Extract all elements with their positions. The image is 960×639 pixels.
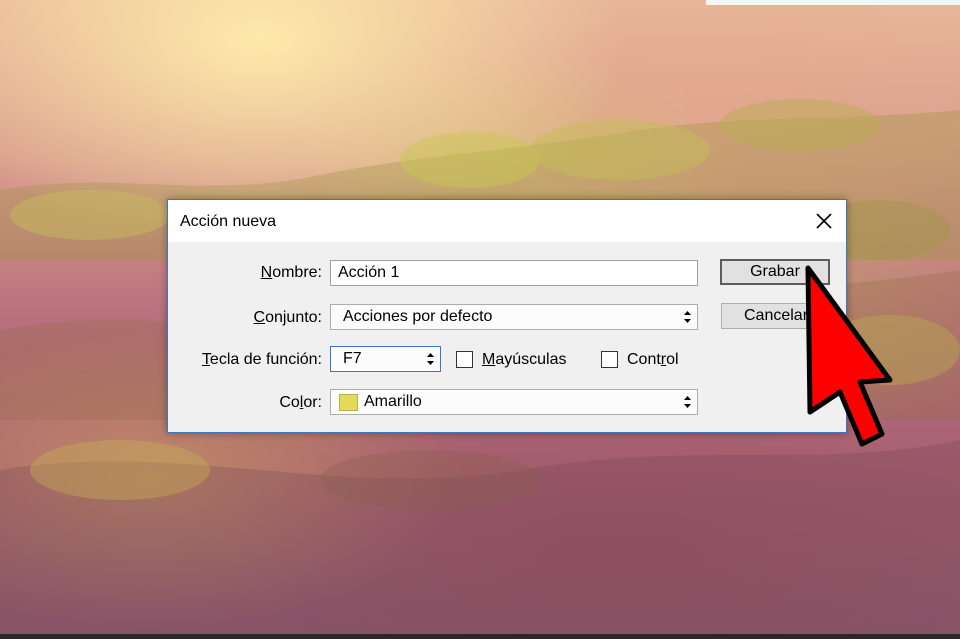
cancel-button-label: Cancelar (743, 307, 809, 324)
set-label: Conjunto: (253, 309, 323, 326)
name-label: Nombre: (260, 264, 322, 281)
color-label: Color: (279, 394, 322, 411)
set-select-value: Acciones por defecto (343, 308, 493, 325)
spinner-arrows-icon (684, 396, 691, 408)
color-select-value: Amarillo (364, 393, 422, 410)
color-swatch (339, 393, 358, 411)
close-icon[interactable] (811, 208, 837, 234)
new-action-dialog: Acción nueva Nombre: Acción 1 Conjunto: … (167, 199, 847, 433)
window-edge (706, 0, 960, 5)
function-key-label: Tecla de función: (201, 351, 322, 368)
set-select[interactable]: Acciones por defecto (330, 304, 698, 330)
control-checkbox[interactable] (601, 351, 618, 368)
name-input-value: Acción 1 (338, 264, 400, 281)
function-key-value: F7 (343, 350, 362, 367)
spinner-arrows-icon (427, 353, 434, 365)
spinner-arrows-icon (684, 311, 691, 323)
function-key-select[interactable]: F7 (330, 346, 441, 372)
taskbar-edge (0, 634, 960, 639)
shift-checkbox[interactable] (456, 351, 473, 368)
red-arrow-cursor-icon (805, 265, 893, 447)
color-select[interactable]: Amarillo (330, 389, 698, 415)
control-label[interactable]: Control (627, 351, 679, 369)
name-input[interactable]: Acción 1 (330, 260, 698, 286)
shift-label[interactable]: Mayúsculas (482, 351, 566, 369)
dialog-title: Acción nueva (180, 213, 277, 230)
dialog-titlebar: Acción nueva (168, 200, 846, 242)
record-button-label: Grabar (750, 263, 800, 280)
